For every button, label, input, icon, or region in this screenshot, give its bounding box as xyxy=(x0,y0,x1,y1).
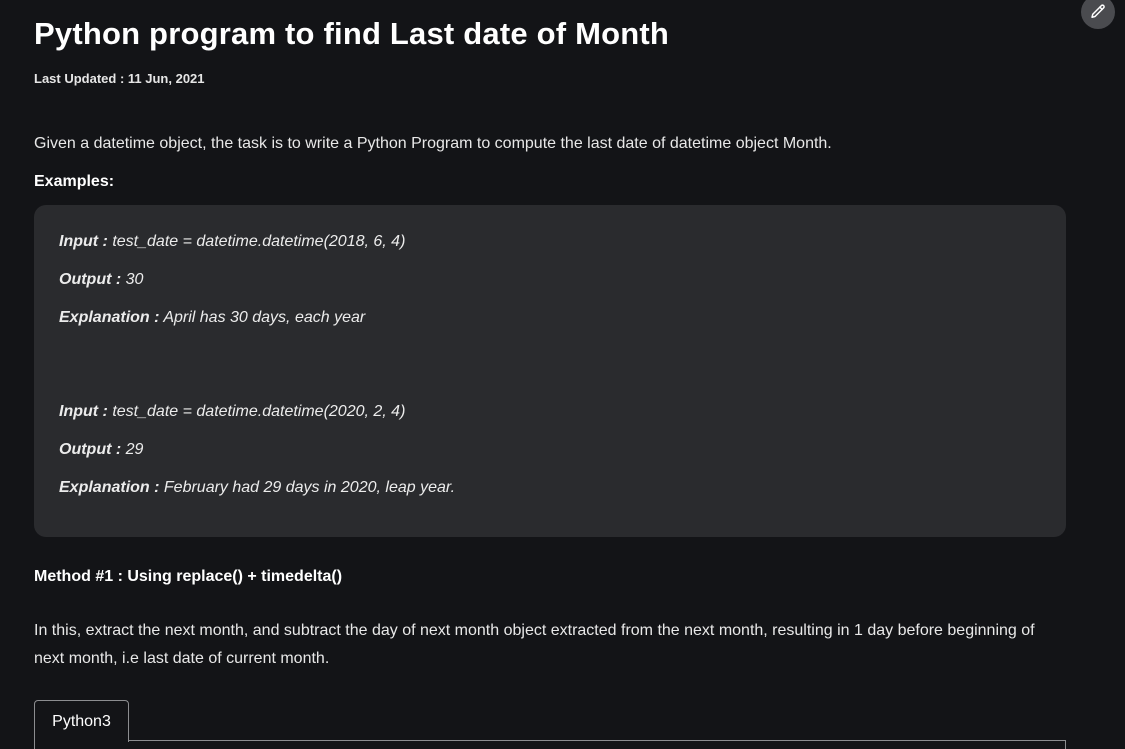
tab-python3[interactable]: Python3 xyxy=(34,700,129,742)
example-2-output: Output : 29 xyxy=(59,441,144,458)
examples-heading: Examples: xyxy=(34,173,115,190)
example-2-explanation: Explanation : February had 29 days in 20… xyxy=(59,479,456,496)
intro-paragraph: Given a datetime object, the task is to … xyxy=(34,135,832,152)
method-description: In this, extract the next month, and sub… xyxy=(34,622,1035,667)
page-title: Python program to find Last date of Mont… xyxy=(34,16,670,51)
examples-box: Input : test_date = datetime.datetime(20… xyxy=(34,205,1066,537)
example-2-input: Input : test_date = datetime.datetime(20… xyxy=(59,403,406,420)
example-1-input: Input : test_date = datetime.datetime(20… xyxy=(59,233,406,250)
example-1-explanation: Explanation : April has 30 days, each ye… xyxy=(59,309,366,326)
last-updated: Last Updated : 11 Jun, 2021 xyxy=(34,71,205,86)
method-heading: Method #1 : Using replace() + timedelta(… xyxy=(34,568,343,585)
example-1-output: Output : 30 xyxy=(59,271,144,288)
pencil-icon xyxy=(1091,4,1105,18)
code-block-frame xyxy=(34,740,1066,749)
article-page: Python program to find Last date of Mont… xyxy=(0,0,1125,749)
edit-button[interactable] xyxy=(1081,0,1115,29)
